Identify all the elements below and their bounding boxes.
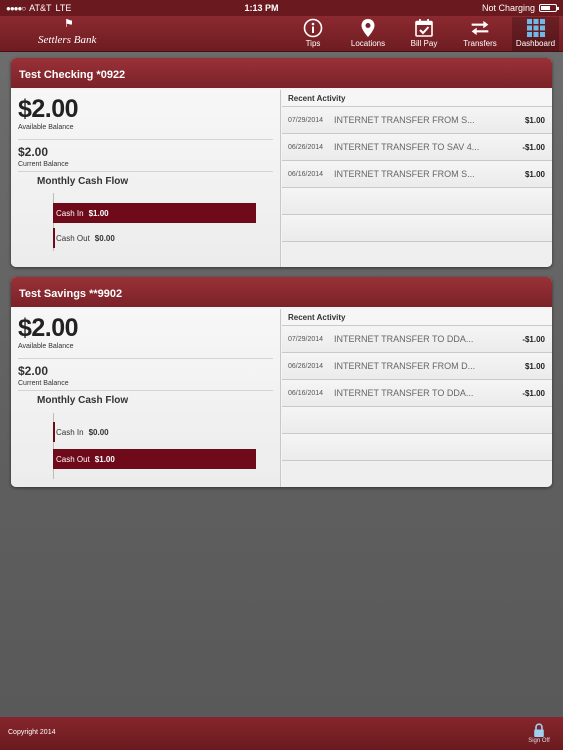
recent-activity-title: Recent Activity [282, 309, 552, 326]
cash-in-label: Cash In [56, 208, 84, 218]
divider [18, 139, 273, 140]
cash-out-amount: $0.00 [94, 233, 115, 243]
empty-activity-row [282, 434, 552, 461]
nav-locations-label: Locations [350, 39, 386, 48]
nav-bill-pay-button[interactable]: Bill Pay [408, 17, 440, 51]
cash-in-bar-fill [53, 422, 55, 442]
available-balance-label: Available Balance [18, 343, 74, 350]
activity-amount: $1.00 [524, 115, 545, 125]
activity-amount: $1.00 [524, 169, 545, 179]
activity-description: INTERNET TRANSFER FROM S... [334, 115, 475, 125]
calendar-check-icon [414, 18, 434, 38]
logo-text: Settlers Bank [38, 34, 97, 46]
nav-bar: ⚑ Settlers Bank Tips Locations Bill Pay … [0, 16, 563, 52]
activity-date: 06/26/2014 [288, 143, 324, 151]
activity-amount: -$1.00 [522, 334, 545, 344]
current-balance-label: Current Balance [18, 380, 69, 387]
empty-activity-row [282, 215, 552, 242]
cash-out-amount: $1.00 [94, 454, 115, 464]
cash-in-bar: Cash In $0.00 [53, 422, 256, 442]
activity-amount: -$1.00 [522, 388, 545, 398]
carrier-label: AT&T [29, 3, 52, 13]
divider [18, 358, 273, 359]
status-bar: ●●●●○ AT&T LTE 1:13 PM Not Charging [0, 0, 563, 16]
copyright-text: Copyright 2014 [8, 729, 56, 736]
cash-out-bar: Cash Out $1.00 [53, 449, 256, 469]
monthly-cash-flow-title: Monthly Cash Flow [37, 176, 129, 187]
recent-activity-pane: Recent Activity 07/29/2014 INTERNET TRAN… [282, 90, 552, 267]
lock-icon [525, 722, 553, 738]
nav-locations-button[interactable]: Locations [348, 17, 388, 51]
charging-label: Not Charging [481, 3, 535, 13]
monthly-cash-flow-title: Monthly Cash Flow [37, 395, 129, 406]
activity-row[interactable]: 07/29/2014 INTERNET TRANSFER FROM S... $… [282, 107, 552, 134]
cash-in-bar: Cash In $1.00 [53, 203, 256, 223]
account-title[interactable]: Test Savings **9902 [11, 277, 552, 307]
clock: 1:13 PM [244, 3, 279, 13]
current-balance: $2.00 [18, 145, 49, 159]
activity-amount: $1.00 [524, 361, 545, 371]
cash-out-bar-fill [53, 228, 55, 248]
account-card-savings[interactable]: Test Savings **9902 $2.00 Available Bala… [11, 277, 552, 487]
empty-activity-row [282, 188, 552, 215]
activity-description: INTERNET TRANSFER FROM D... [334, 361, 476, 371]
current-balance: $2.00 [18, 364, 49, 378]
footer-bar: Copyright 2014 Sign Off [0, 717, 563, 750]
nav-bill-pay-label: Bill Pay [410, 39, 438, 48]
balance-pane: $2.00 Available Balance $2.00 Current Ba… [11, 90, 281, 267]
cash-in-amount: $1.00 [88, 208, 109, 218]
activity-description: INTERNET TRANSFER TO DDA... [334, 388, 474, 398]
available-balance: $2.00 [18, 95, 79, 123]
current-balance-label: Current Balance [18, 161, 69, 168]
battery-icon [539, 4, 559, 12]
signal-icon: ●●●●○ [6, 3, 26, 13]
logo-mark-icon: ⚑ [64, 18, 74, 30]
activity-row[interactable]: 06/16/2014 INTERNET TRANSFER TO DDA... -… [282, 380, 552, 407]
account-title[interactable]: Test Checking *0922 [11, 58, 552, 88]
available-balance: $2.00 [18, 314, 79, 342]
cash-in-label: Cash In [56, 427, 84, 437]
nav-tips-label: Tips [305, 39, 321, 48]
activity-description: INTERNET TRANSFER TO SAV 4... [334, 142, 480, 152]
cash-out-label: Cash Out [56, 454, 90, 464]
sign-off-button[interactable]: Sign Off [525, 722, 553, 744]
activity-row[interactable]: 06/16/2014 INTERNET TRANSFER FROM S... $… [282, 161, 552, 188]
nav-tips-button[interactable]: Tips [300, 17, 326, 51]
nav-transfers-label: Transfers [463, 39, 497, 48]
transfer-arrows-icon [470, 18, 490, 38]
available-balance-label: Available Balance [18, 124, 74, 131]
activity-date: 06/16/2014 [288, 389, 324, 397]
account-card-checking[interactable]: Test Checking *0922 $2.00 Available Bala… [11, 58, 552, 267]
activity-row[interactable]: 06/26/2014 INTERNET TRANSFER FROM D... $… [282, 353, 552, 380]
activity-date: 06/26/2014 [288, 362, 324, 370]
cash-out-bar: Cash Out $0.00 [53, 228, 256, 248]
info-icon [303, 18, 323, 38]
activity-description: INTERNET TRANSFER FROM S... [334, 169, 475, 179]
activity-description: INTERNET TRANSFER TO DDA... [334, 334, 474, 344]
nav-transfers-button[interactable]: Transfers [461, 17, 499, 51]
nav-dashboard-label: Dashboard [515, 39, 556, 48]
recent-activity-pane: Recent Activity 07/29/2014 INTERNET TRAN… [282, 309, 552, 487]
activity-row[interactable]: 07/29/2014 INTERNET TRANSFER TO DDA... -… [282, 326, 552, 353]
divider [18, 171, 273, 172]
network-label: LTE [55, 3, 72, 13]
recent-activity-title: Recent Activity [282, 90, 552, 107]
location-pin-icon [358, 18, 378, 38]
dashboard-grid-icon [526, 18, 546, 38]
activity-date: 06/16/2014 [288, 170, 324, 178]
cash-in-amount: $0.00 [88, 427, 109, 437]
activity-date: 07/29/2014 [288, 335, 324, 343]
balance-pane: $2.00 Available Balance $2.00 Current Ba… [11, 309, 281, 487]
cash-out-label: Cash Out [56, 233, 90, 243]
empty-activity-row [282, 407, 552, 434]
divider [18, 390, 273, 391]
activity-row[interactable]: 06/26/2014 INTERNET TRANSFER TO SAV 4...… [282, 134, 552, 161]
sign-off-label: Sign Off [528, 738, 550, 744]
activity-date: 07/29/2014 [288, 116, 324, 124]
activity-amount: -$1.00 [522, 142, 545, 152]
nav-dashboard-button[interactable]: Dashboard [512, 17, 559, 51]
